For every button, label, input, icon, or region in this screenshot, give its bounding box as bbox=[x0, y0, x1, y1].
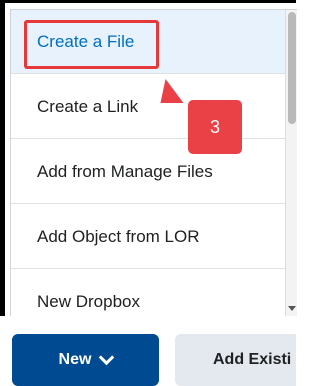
new-button-label: New bbox=[58, 351, 92, 368]
menu-item-label: Create a Link bbox=[37, 96, 139, 116]
menu-item-label: Add Object from LOR bbox=[37, 226, 200, 246]
annotation-step-badge: 3 bbox=[188, 100, 242, 154]
add-existing-button[interactable]: Add Existi bbox=[175, 334, 296, 386]
scroll-down-arrow-icon[interactable] bbox=[288, 306, 296, 311]
add-existing-button-label: Add Existi bbox=[213, 351, 292, 368]
menu-scrollbar[interactable] bbox=[285, 10, 297, 317]
menu-item-add-object-from-lor[interactable]: Add Object from LOR bbox=[11, 205, 285, 269]
new-button[interactable]: New bbox=[12, 334, 159, 386]
menu-item-create-a-link[interactable]: Create a Link bbox=[11, 75, 285, 139]
menu-item-add-from-manage-files[interactable]: Add from Manage Files bbox=[11, 140, 285, 204]
menu-item-label: Add from Manage Files bbox=[37, 161, 213, 181]
annotation-step-number: 3 bbox=[209, 116, 220, 137]
menu-item-label: New Dropbox bbox=[37, 291, 140, 311]
chevron-down-icon bbox=[99, 349, 115, 366]
menu-item-new-dropbox[interactable]: New Dropbox bbox=[11, 270, 285, 317]
scrollbar-thumb[interactable] bbox=[288, 12, 296, 124]
screenshot-border-top bbox=[0, 0, 296, 3]
toolbar: New Add Existi bbox=[0, 316, 296, 386]
annotation-highlight-box bbox=[24, 20, 159, 69]
